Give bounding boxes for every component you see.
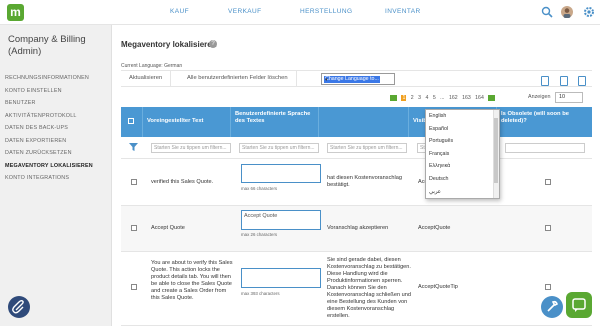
table-row: You are about to verify this Sales Quote…	[121, 252, 592, 326]
update-button[interactable]: Aktualisieren	[121, 71, 172, 86]
page-1[interactable]: 1	[401, 95, 407, 102]
wrench-icon	[547, 300, 558, 312]
translation-cell: Voranschlag akzeptieren	[327, 225, 389, 231]
default-text-cell: verified this Sales Quote.	[151, 179, 214, 185]
nav-verkauf[interactable]: VERKAUF	[228, 8, 262, 15]
attachment-button[interactable]	[8, 296, 30, 318]
chat-icon	[572, 298, 586, 312]
custom-text-input[interactable]: Accept Quote	[241, 210, 321, 230]
language-option-espanol[interactable]: Español	[426, 123, 499, 136]
page-3[interactable]: 3	[418, 95, 421, 101]
default-text-cell: Accept Quote	[151, 225, 185, 231]
custom-text-input[interactable]	[241, 164, 321, 183]
nav-inventar[interactable]: INVENTAR	[385, 8, 421, 15]
max-chars-label: max 393 characters	[241, 291, 280, 296]
language-option-greek[interactable]: Ελληνικά	[426, 160, 499, 173]
row-checkbox[interactable]	[131, 225, 137, 231]
default-text-cell: You are about to verify this Sales Quote…	[151, 260, 233, 301]
language-option-deutsch[interactable]: Deutsch	[426, 173, 499, 186]
chat-button[interactable]	[566, 292, 592, 318]
sidebar-item-daten-zuruecksetzen[interactable]: DATEN ZURÜCKSETZEN	[5, 147, 93, 160]
obsolete-checkbox[interactable]	[545, 225, 551, 231]
column-default-text[interactable]: Voreingestellter Text	[143, 107, 231, 137]
row-checkbox[interactable]	[131, 284, 137, 290]
sidebar: Company & Billing (Admin) RECHNUNGSINFOR…	[0, 25, 112, 326]
sidebar-item-megaventory-lokalisieren[interactable]: MEGAVENTORY LOKALISIEREN	[5, 160, 93, 173]
filter-row: Starten Sie zu tippen um filtern... Star…	[121, 137, 592, 159]
clear-custom-fields-button[interactable]: Alle benutzerdefinierten Felder löschen	[179, 71, 297, 86]
key-cell: AcceptQuote	[418, 225, 451, 231]
page-size-select[interactable]: 10	[555, 92, 583, 103]
sidebar-title: Company & Billing (Admin)	[8, 34, 86, 57]
export-csv-icon[interactable]	[541, 76, 550, 86]
current-language-label: Current Language: German	[121, 63, 183, 69]
page-163[interactable]: 163	[462, 95, 471, 101]
max-chars-label: max 26 characters	[241, 232, 278, 237]
column-obsolete[interactable]: Is Obsolete (will soon be deleted)?	[497, 107, 592, 137]
tools-button[interactable]	[541, 296, 563, 318]
export-excel-icon[interactable]	[559, 76, 568, 86]
table-row: Accept Quote Accept Quote max 26 charact…	[121, 206, 592, 252]
language-option-english[interactable]: English	[426, 110, 499, 123]
row-checkbox[interactable]	[131, 179, 137, 185]
page-title: Megaventory lokalisieren	[121, 40, 217, 49]
table-header: Voreingestellter Text Benutzerdefinierte…	[121, 107, 592, 137]
translation-cell: Sie sind gerade dabei, diesen Kostenvora…	[327, 257, 411, 319]
key-cell: AcceptQuoteTip	[418, 284, 458, 290]
first-page-icon[interactable]	[390, 95, 397, 101]
page-162[interactable]: 162	[449, 95, 458, 101]
page-5[interactable]: 5	[433, 95, 436, 101]
column-custom-text[interactable]: Benutzerdefinierte Sprache des Textes	[231, 107, 319, 137]
sidebar-item-daten-exportieren[interactable]: DATEN EXPORTIEREN	[5, 135, 93, 148]
select-all-checkbox-cell	[121, 107, 143, 137]
nav-herstellung[interactable]: HERSTELLUNG	[300, 8, 352, 15]
language-option-arabic[interactable]: عربي	[426, 186, 499, 198]
filter-icon	[129, 143, 138, 151]
change-language-select[interactable]: Change Language to... ▾	[321, 73, 395, 85]
column-translation[interactable]	[319, 107, 409, 137]
sidebar-item-rechnungsinformationen[interactable]: RECHNUNGSINFORMATIONEN	[5, 72, 93, 85]
toolbar: Aktualisieren Alle benutzerdefinierten F…	[121, 70, 592, 87]
last-page-icon[interactable]	[488, 95, 496, 101]
pagination: 1 2 3 4 5 ... 162 163 164	[390, 95, 498, 102]
language-dropdown-list: English Español Português Français Ελλην…	[425, 109, 500, 199]
dropdown-scroll-thumb[interactable]	[494, 118, 498, 183]
sidebar-item-konto-einstellen[interactable]: KONTO EINSTELLEN	[5, 85, 93, 98]
select-all-checkbox[interactable]	[128, 118, 134, 124]
table-row: verified this Sales Quote. max 66 charac…	[121, 159, 592, 206]
language-option-portugues[interactable]: Português	[426, 135, 499, 148]
custom-text-input[interactable]	[241, 268, 321, 288]
avatar[interactable]	[561, 6, 573, 18]
sidebar-item-benutzer[interactable]: BENUTZER	[5, 97, 93, 110]
filter-translation-input[interactable]: Starten Sie zu tippen um filtern...	[327, 143, 407, 153]
filter-obsolete-select[interactable]	[505, 143, 585, 153]
obsolete-checkbox[interactable]	[545, 284, 551, 290]
language-option-francais[interactable]: Français	[426, 148, 499, 161]
obsolete-checkbox[interactable]	[545, 179, 551, 185]
page-ellipsis: ...	[440, 95, 445, 102]
top-navbar: m KAUF VERKAUF HERSTELLUNG INVENTAR	[0, 0, 600, 25]
translation-cell: hat diesen Kostenvoranschlag bestätigt.	[327, 175, 402, 188]
help-icon[interactable]: ?	[209, 40, 217, 48]
page-4[interactable]: 4	[425, 95, 428, 101]
megaventory-logo[interactable]: m	[7, 4, 24, 21]
filter-custom-text-input[interactable]: Starten Sie zu tippen um filtern...	[239, 143, 319, 153]
sidebar-item-aktivitaetenprotokoll[interactable]: AKTIVITÄTENPROTOKOLL	[5, 110, 93, 123]
dropdown-scrollbar[interactable]	[493, 110, 499, 198]
max-chars-label: max 66 characters	[241, 186, 278, 191]
sidebar-item-daten-backups[interactable]: DATEN DES BACK-UPS	[5, 122, 93, 135]
page-size-label: Anzeigen	[528, 94, 551, 100]
page-164[interactable]: 164	[475, 95, 484, 101]
export-pdf-icon[interactable]	[578, 76, 586, 86]
sidebar-item-konto-integrations[interactable]: KONTO INTEGRATIONS	[5, 172, 93, 185]
nav-kauf[interactable]: KAUF	[170, 8, 189, 15]
chevron-down-icon: ▾	[325, 77, 328, 83]
gear-icon[interactable]	[583, 6, 595, 18]
main-content: Megaventory lokalisieren ? Current Langu…	[113, 25, 600, 326]
filter-default-text-input[interactable]: Starten Sie zu tippen um filtern...	[151, 143, 231, 153]
paperclip-icon	[12, 299, 24, 314]
page-2[interactable]: 2	[411, 95, 414, 101]
search-icon[interactable]	[541, 6, 553, 18]
